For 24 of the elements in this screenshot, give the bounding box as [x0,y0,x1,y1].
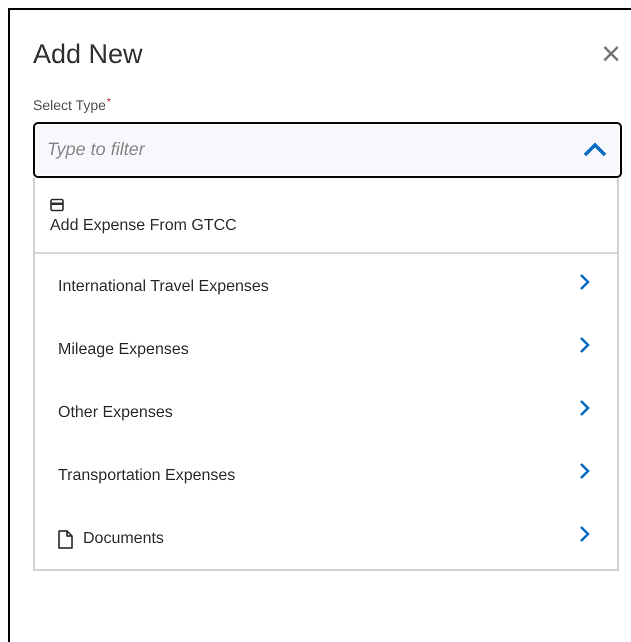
dropdown-option[interactable]: Mileage Expenses [35,316,617,380]
credit-card-icon [50,198,64,212]
dropdown-option[interactable]: Documents [35,506,617,568]
dropdown-option[interactable]: Other Expenses [35,380,617,442]
chevron-right-icon [579,336,591,354]
option-label: Documents [83,529,164,549]
required-mark: * [106,96,111,110]
chevron-right-icon [579,462,591,480]
option-label: Mileage Expenses [58,340,189,360]
option-label: Add Expense From GTCC [50,216,238,236]
chevron-up-icon[interactable] [582,142,608,158]
option-label: International Travel Expenses [58,277,269,297]
chevron-right-icon [579,399,591,417]
chevron-right-icon [579,525,591,543]
dropdown-option[interactable]: Transportation Expenses [35,442,617,506]
close-button[interactable]: × [601,37,621,72]
type-filter-field[interactable]: Type to filter [33,122,622,178]
chevron-right-icon [579,273,591,291]
document-icon [58,530,73,548]
dropdown-option[interactable]: International Travel Expenses [35,254,617,316]
dialog-title: Add New [33,38,143,71]
option-label: Transportation Expenses [58,466,236,486]
field-label: Select Type [33,96,106,115]
option-label: Other Expenses [58,403,173,423]
